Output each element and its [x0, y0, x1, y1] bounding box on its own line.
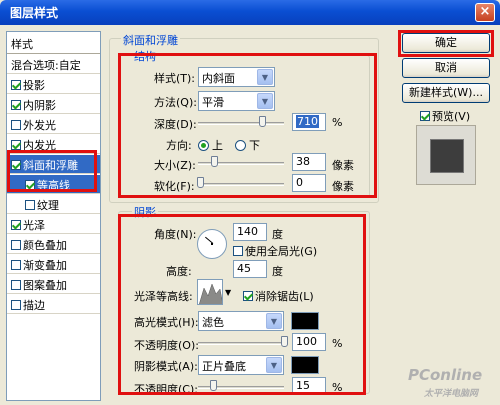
style-list-item[interactable]: 外发光 [7, 115, 100, 134]
annotation-box-shading [118, 214, 366, 395]
checkbox-checked-icon[interactable] [11, 100, 21, 110]
watermark-brand: PConline [408, 366, 483, 384]
layer-style-dialog: 图层样式 × 样式 混合选项:自定 投影 内阴影 外发光 内发光 斜面和浮雕 等高线 纹理 光泽… [0, 0, 500, 405]
checkbox-icon[interactable] [11, 260, 21, 270]
style-list-item[interactable]: 图案叠加 [7, 275, 100, 294]
style-list-item[interactable]: 光泽 [7, 215, 100, 234]
preview-checkbox[interactable]: 预览(V) [420, 108, 470, 124]
window-title: 图层样式 [10, 6, 59, 20]
bevel-group-title: 斜面和浮雕 [121, 32, 180, 48]
close-icon[interactable]: × [475, 3, 495, 22]
annotation-box-ok [398, 30, 494, 57]
checkbox-icon[interactable] [11, 240, 21, 250]
style-list-item[interactable]: 颜色叠加 [7, 235, 100, 254]
style-list-item-label: 纹理 [37, 199, 59, 212]
style-list-item-label: 外发光 [23, 119, 56, 132]
style-list-item[interactable]: 纹理 [7, 195, 100, 214]
checkbox-icon[interactable] [11, 280, 21, 290]
style-list-item-label: 光泽 [23, 219, 45, 232]
checkbox-icon[interactable] [25, 200, 35, 210]
watermark-sub: 太平洋电脑网 [424, 389, 479, 399]
style-list-item[interactable]: 渐变叠加 [7, 255, 100, 274]
style-list-item-label: 投影 [23, 79, 45, 92]
style-list-item-label: 描边 [23, 299, 45, 312]
style-list-item-label: 内阴影 [23, 99, 56, 112]
cancel-button[interactable]: 取消 [402, 58, 490, 78]
checkbox-checked-icon [420, 111, 430, 121]
preview-label: 预览(V) [432, 110, 471, 123]
style-list-item[interactable]: 描边 [7, 295, 100, 314]
checkbox-checked-icon[interactable] [11, 80, 21, 90]
checkbox-checked-icon[interactable] [11, 140, 21, 150]
style-list-item-label: 图案叠加 [23, 279, 67, 292]
style-list-item-label: 颜色叠加 [23, 239, 67, 252]
style-list-item[interactable]: 混合选项:自定 [7, 55, 100, 74]
style-list-item-label: 混合选项:自定 [11, 59, 81, 72]
style-list-item[interactable]: 投影 [7, 75, 100, 94]
checkbox-icon[interactable] [11, 300, 21, 310]
style-list: 样式 混合选项:自定 投影 内阴影 外发光 内发光 斜面和浮雕 等高线 纹理 光泽 颜色叠加 渐变叠… [6, 31, 101, 401]
style-preview-swatch [430, 139, 464, 173]
style-preview [416, 125, 476, 185]
annotation-box-style-list [7, 150, 97, 192]
checkbox-checked-icon[interactable] [11, 220, 21, 230]
style-list-item[interactable]: 内阴影 [7, 95, 100, 114]
checkbox-icon[interactable] [11, 120, 21, 130]
new-style-button[interactable]: 新建样式(W)... [402, 83, 490, 103]
style-list-item-label: 渐变叠加 [23, 259, 67, 272]
annotation-box-structure [118, 53, 377, 198]
style-list-header[interactable]: 样式 [7, 32, 100, 54]
title-bar: 图层样式 × [0, 0, 500, 25]
